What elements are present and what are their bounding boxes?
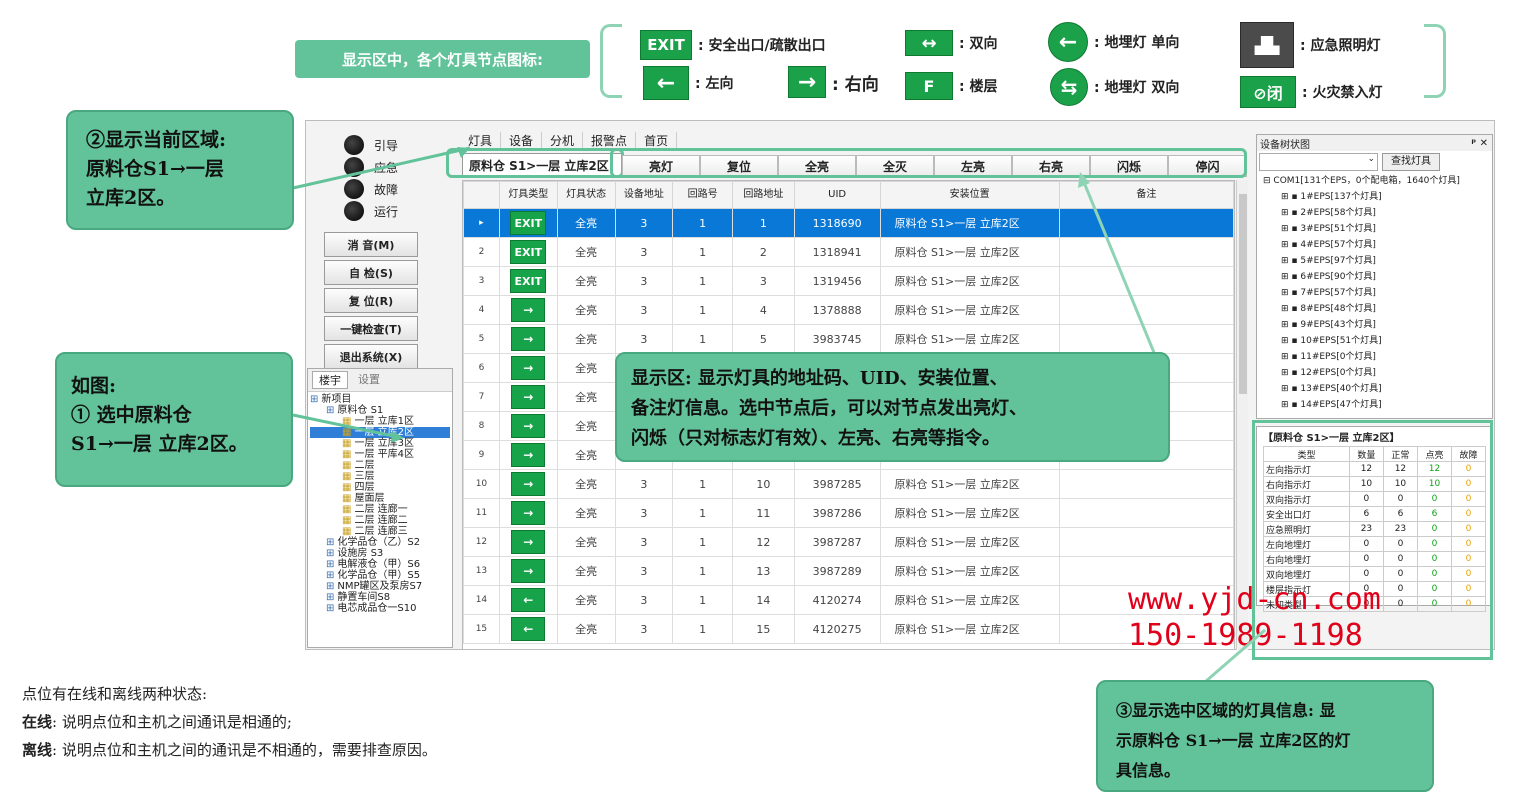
notes-offline: 离线: 说明点位和主机之间的通讯是不相通的，需要排查原因。 xyxy=(22,736,1082,764)
arrow-area xyxy=(292,146,471,190)
arrow-area-head xyxy=(457,147,470,158)
arrow-display xyxy=(1081,179,1157,356)
callout-select-area: 如图: ① 选中原料仓 S1→一层 立库2区。 xyxy=(55,352,293,487)
notes-online-key: 在线 xyxy=(22,713,53,731)
notes-intro: 点位有在线和离线两种状态: xyxy=(22,685,208,703)
callout-current-area: ②显示当前区域: 原料仓S1→一层 立库2区。 xyxy=(66,110,294,230)
arrow-select xyxy=(292,413,399,439)
arrow-info xyxy=(1204,628,1266,684)
notes-online-text: : 说明点位和主机之间通讯是相通的; xyxy=(52,713,292,731)
callout-area-info: ③显示选中区域的灯具信息: 显 示原料仓 S1→一层 立库2区的灯 具信息。 xyxy=(1096,680,1434,792)
arrow-select-head xyxy=(391,431,404,443)
notes-offline-key: 离线 xyxy=(22,741,53,759)
status-notes: 点位有在线和离线两种状态: 在线: 说明点位和主机之间通讯是相通的; 离线: 说… xyxy=(22,680,1082,764)
notes-online: 在线: 说明点位和主机之间通讯是相通的; xyxy=(22,708,1082,736)
notes-offline-text: : 说明点位和主机之间的通讯是不相通的，需要排查原因。 xyxy=(52,741,437,759)
callout-display-area: 显示区: 显示灯具的地址码、UID、安装位置、 备注灯信息。选中节点后，可以对节… xyxy=(615,352,1170,462)
